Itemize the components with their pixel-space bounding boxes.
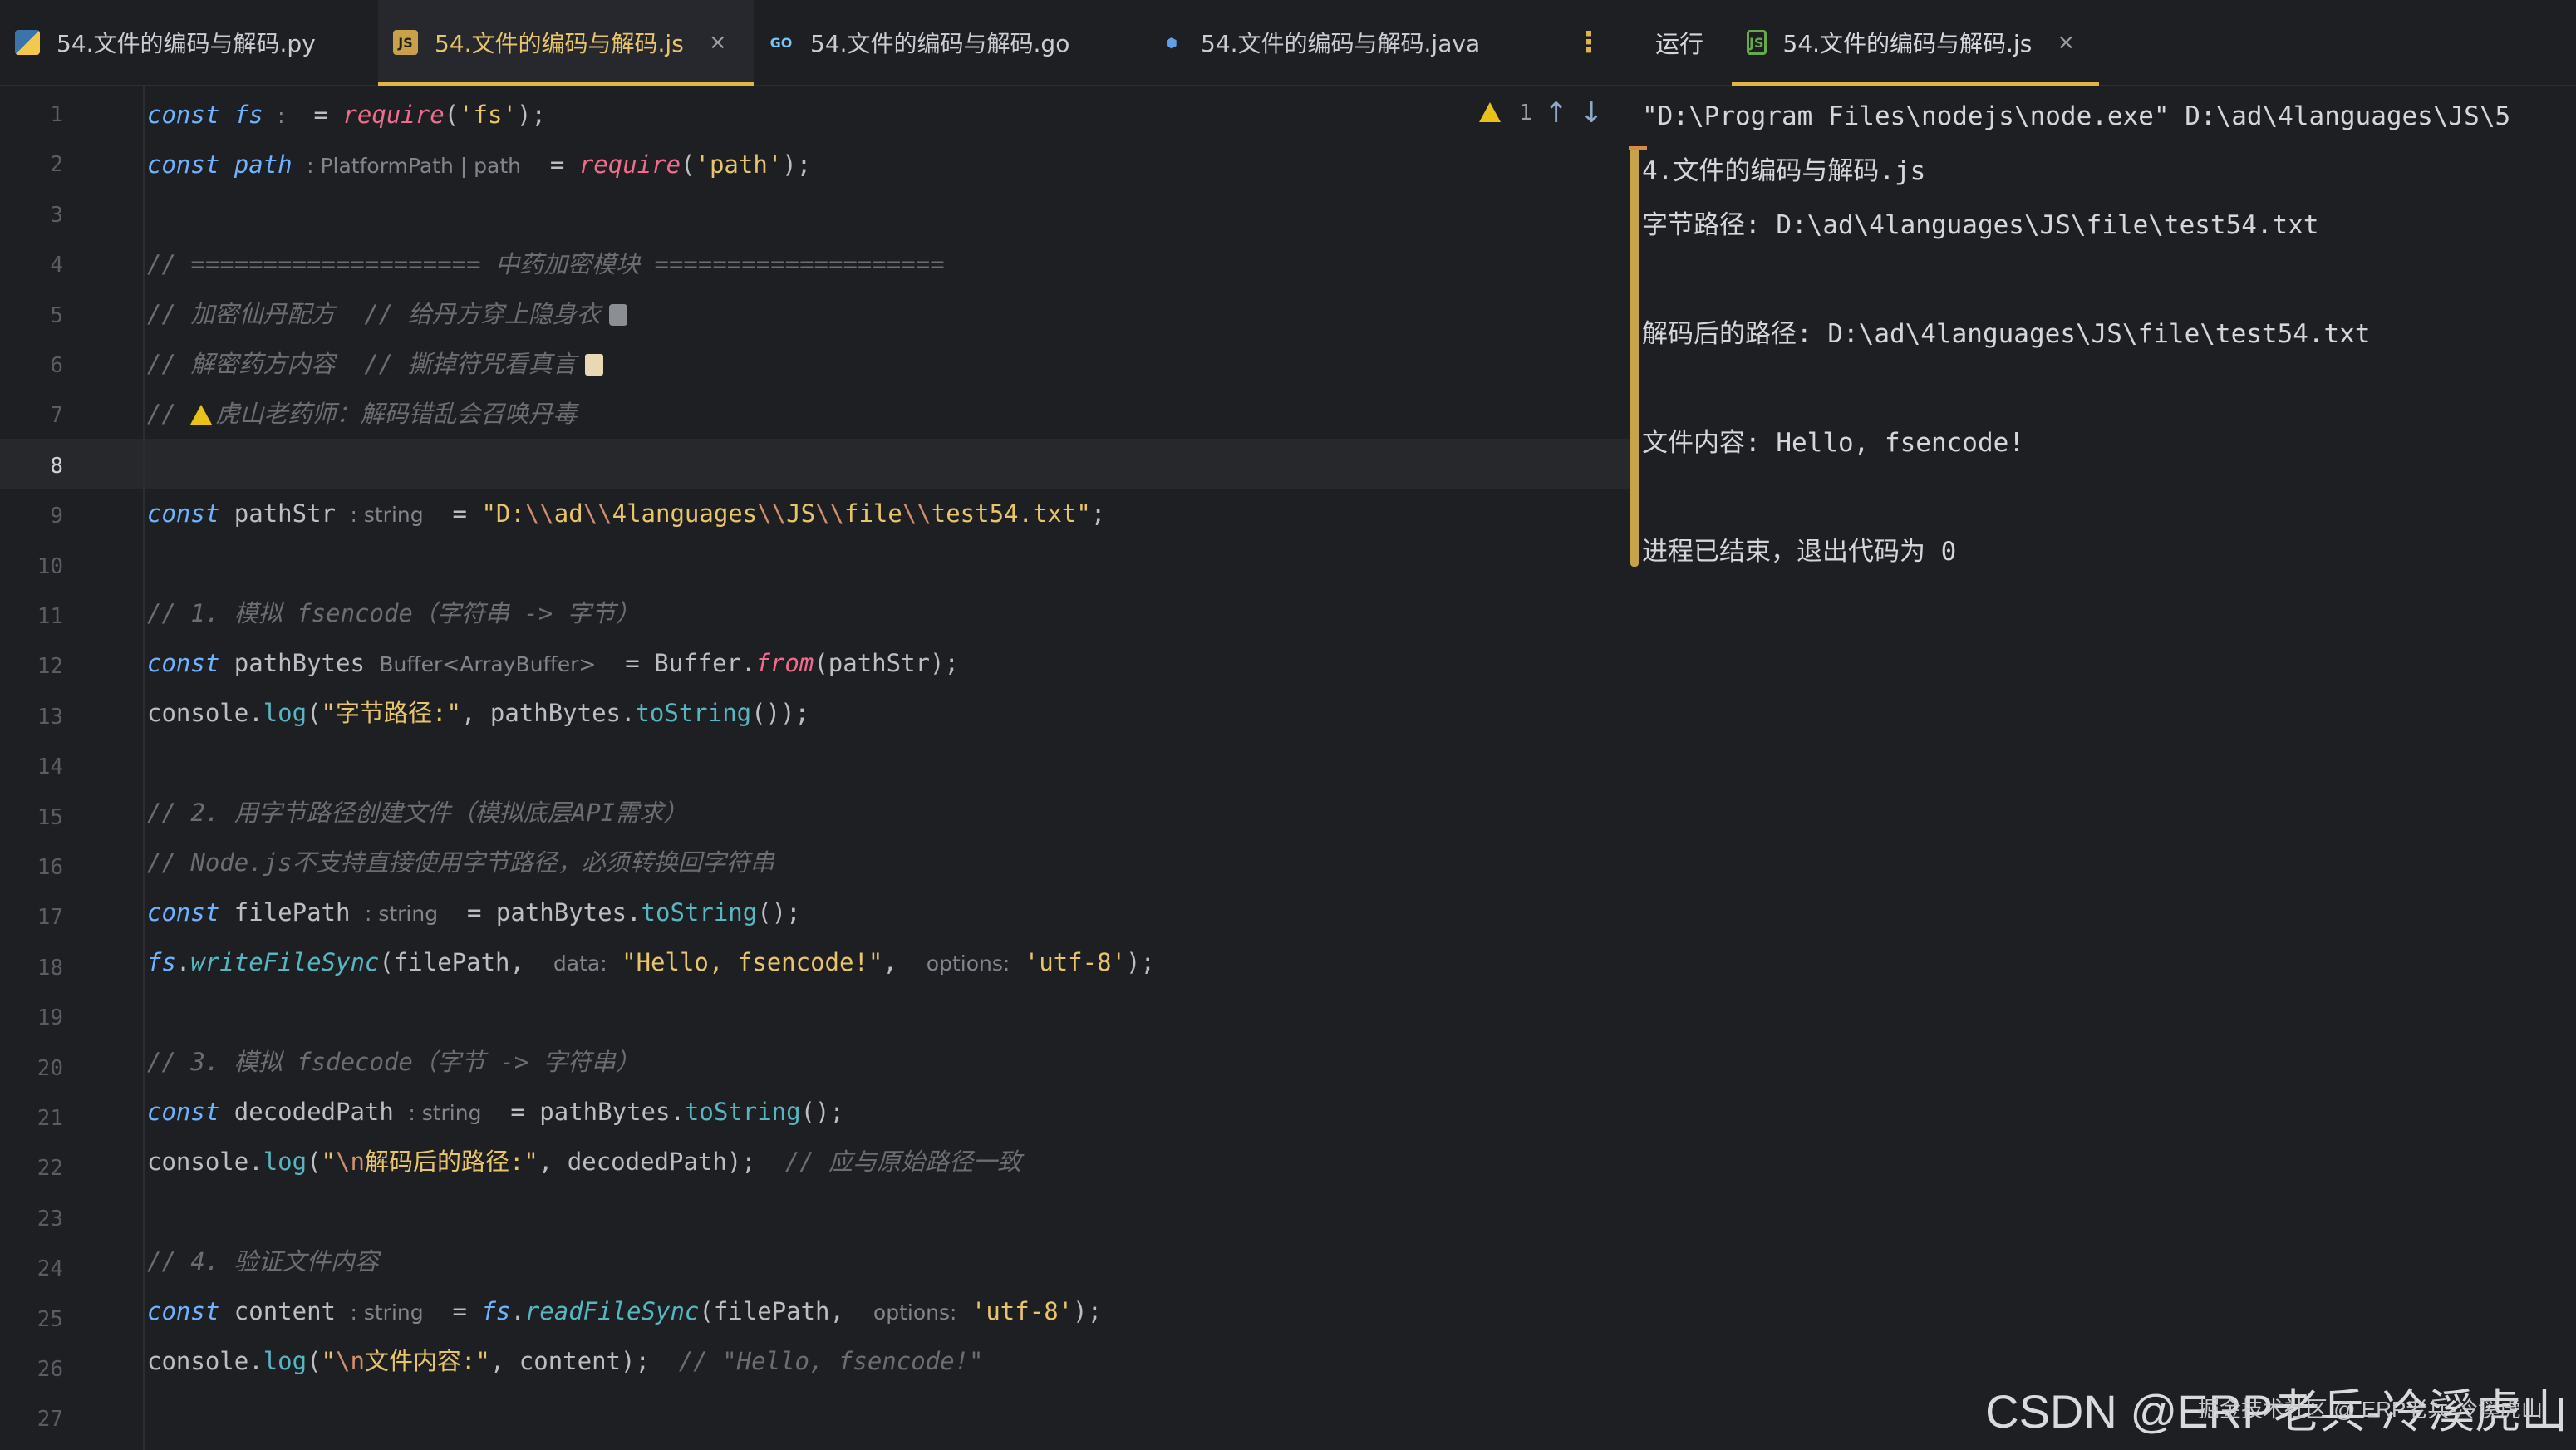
line-number[interactable]: 20 — [0, 1044, 63, 1094]
code-comment: // 解密药方内容 // 撕掉符咒看真言 — [147, 339, 603, 389]
output-line: 进程已结束，退出代码为 0 — [1642, 537, 1957, 567]
line-number[interactable]: 7 — [0, 391, 63, 440]
js-file-icon: JS — [393, 30, 418, 55]
line-number[interactable]: 10 — [0, 542, 63, 592]
line-number[interactable]: 23 — [0, 1194, 63, 1244]
code-line: const path : PlatformPath | path = requi… — [147, 150, 812, 179]
close-icon[interactable]: × — [2057, 30, 2075, 55]
current-line-highlight — [0, 439, 1630, 489]
juejin-watermark: 掘金技术社区 @ ERP老兵-冷溪虎山 — [2198, 1397, 2543, 1422]
line-number[interactable]: 19 — [0, 993, 63, 1043]
tab-py-file[interactable]: 54.文件的编码与解码.py — [0, 0, 378, 85]
output-line: 字节路径: D:\ad\4languages\JS\file\test54.tx… — [1642, 210, 2319, 240]
output-line: 文件内容: Hello, fsencode! — [1642, 428, 2024, 458]
line-number[interactable]: 24 — [0, 1244, 63, 1294]
code-line: const content : string = fs.readFileSync… — [147, 1297, 1103, 1325]
line-number[interactable]: 27 — [0, 1394, 63, 1444]
line-number[interactable]: 25 — [0, 1295, 63, 1344]
line-number[interactable]: 22 — [0, 1143, 63, 1193]
run-tab-label: 54.文件的编码与解码.js — [1782, 30, 2033, 57]
code-line: const filePath : string = pathBytes.toSt… — [147, 898, 801, 927]
tab-label: 54.文件的编码与解码.py — [57, 30, 316, 57]
line-number[interactable]: 2 — [0, 140, 63, 189]
tab-label: 54.文件的编码与解码.java — [1201, 30, 1481, 57]
line-number[interactable]: 4 — [0, 240, 63, 290]
line-number[interactable]: 12 — [0, 641, 63, 691]
code-line: console.log("\n解码后的路径:", decodedPath); /… — [147, 1148, 1022, 1176]
editor-tab-bar: 54.文件的编码与解码.py JS 54.文件的编码与解码.js × GO 54… — [0, 0, 1630, 86]
line-number[interactable]: 14 — [0, 742, 63, 792]
output-line: 解码后的路径: D:\ad\4languages\JS\file\test54.… — [1642, 319, 2371, 349]
code-line: const pathBytes Buffer<ArrayBuffer> = Bu… — [147, 649, 959, 677]
line-number-gutter: 1 2 3 4 5 6 7 8 9 10 11 12 13 14 15 16 17 18 19 20 21 22 23 24 2… — [0, 86, 145, 1450]
code-comment: // 4. 验证文件内容 — [147, 1247, 379, 1276]
nodejs-icon: JS — [1747, 30, 1767, 55]
code-comment: // 2. 用字节路径创建文件（模拟底层API需求） — [147, 799, 688, 827]
tab-js-file[interactable]: JS 54.文件的编码与解码.js × — [378, 0, 754, 86]
tab-run-js[interactable]: JS 54.文件的编码与解码.js × — [1732, 0, 2100, 86]
tab-go-file[interactable]: GO 54.文件的编码与解码.go — [754, 0, 1144, 85]
line-number[interactable]: 18 — [0, 943, 63, 993]
line-number[interactable]: 1 — [0, 90, 63, 140]
code-line: const fs : = require('fs'); — [147, 101, 546, 129]
arrow-up-icon[interactable]: ↑ — [1545, 96, 1569, 130]
tab-label: 54.文件的编码与解码.go — [810, 30, 1070, 57]
line-number[interactable]: 6 — [0, 341, 63, 391]
line-number[interactable]: 3 — [0, 190, 63, 240]
warning-emoji-icon — [190, 405, 213, 425]
code-comment: // Node.js不支持直接使用字节路径，必须转换回字符串 — [147, 848, 774, 877]
code-line: const pathStr : string = "D:\\ad\\4langu… — [147, 499, 1106, 528]
trash-emoji-icon — [608, 304, 627, 326]
line-number[interactable]: 11 — [0, 592, 63, 641]
tab-java-file[interactable]: ⬢ 54.文件的编码与解码.java — [1144, 0, 1564, 85]
line-number[interactable]: 13 — [0, 692, 63, 742]
warning-count: 1 — [1519, 101, 1533, 125]
run-tab-bar: 运行 JS 54.文件的编码与解码.js × — [1630, 0, 2576, 86]
line-number[interactable]: 21 — [0, 1094, 63, 1143]
output-line: "D:\Program Files\nodejs\node.exe" D:\ad… — [1642, 101, 2511, 131]
java-file-icon: ⬢ — [1166, 34, 1177, 51]
code-comment: // 1. 模拟 fsencode（字符串 -> 字节） — [147, 599, 640, 627]
output-line: 4.文件的编码与解码.js — [1642, 156, 1926, 186]
code-comment: // 3. 模拟 fsdecode（字节 -> 字符串） — [147, 1048, 640, 1076]
code-editor[interactable]: 1 2 3 4 5 6 7 8 9 10 11 12 13 14 15 16 17 18 19 20 21 22 23 24 2… — [0, 86, 1630, 1450]
arrow-down-icon[interactable]: ↓ — [1580, 96, 1604, 130]
code-comment: // 加密仙丹配方 // 给丹方穿上隐身衣 — [147, 289, 627, 339]
inspection-widget[interactable]: 1 ↑ ↓ — [1479, 96, 1604, 130]
line-number[interactable]: 5 — [0, 291, 63, 341]
output-scrollbar[interactable] — [1630, 146, 1639, 567]
code-line: console.log("\n文件内容:", content); // "Hel… — [147, 1347, 984, 1375]
line-number[interactable]: 17 — [0, 892, 63, 942]
line-number[interactable]: 26 — [0, 1344, 63, 1394]
code-line: console.log("字节路径:", pathBytes.toString(… — [147, 699, 809, 727]
code-comment: // 虎山老药师：解码错乱会召唤丹毒 — [147, 400, 578, 428]
line-number[interactable]: 15 — [0, 793, 63, 843]
scroll-emoji-icon — [584, 354, 603, 376]
code-line: fs.writeFileSync(filePath, data: "Hello,… — [147, 948, 1155, 976]
code-line: const decodedPath : string = pathBytes.t… — [147, 1098, 844, 1126]
run-panel-label: 运行 — [1655, 30, 1704, 58]
go-file-icon: GO — [769, 34, 793, 51]
line-number[interactable]: 8 — [0, 441, 63, 491]
python-icon — [15, 30, 40, 55]
close-icon[interactable]: × — [709, 30, 727, 55]
code-comment: // ==================== 中药加密模块 =========… — [147, 250, 945, 278]
tab-label: 54.文件的编码与解码.js — [435, 30, 684, 57]
more-tabs-icon[interactable]: ⋮ — [1564, 26, 1614, 59]
line-number[interactable]: 16 — [0, 843, 63, 892]
line-number[interactable]: 9 — [0, 491, 63, 541]
warning-icon — [1479, 101, 1507, 125]
run-output-panel[interactable]: "D:\Program Files\nodejs\node.exe" D:\ad… — [1629, 86, 2576, 1450]
